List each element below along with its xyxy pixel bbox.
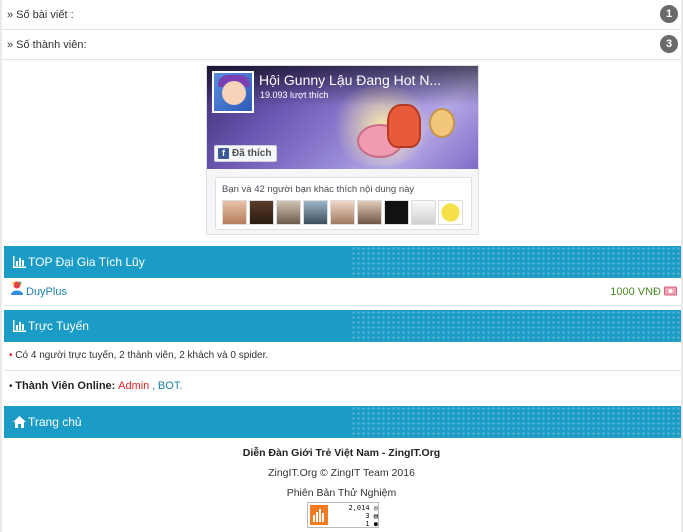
online-title: Trực Tuyến bbox=[28, 319, 89, 333]
friend-avatar[interactable] bbox=[384, 200, 409, 225]
friend-avatar[interactable] bbox=[249, 200, 274, 225]
bullet-icon: • bbox=[9, 381, 13, 392]
facebook-page-widget: Hội Gunny Lậu Đang Hot N... 19.093 lượt … bbox=[206, 65, 479, 235]
visitor-counter[interactable]: 2,014 ◎ 3 ▤ 1 ● bbox=[307, 502, 379, 528]
page: » Số bài viết : 1 » Số thành viên: 3 Hội… bbox=[2, 0, 681, 532]
counter-today: 3 bbox=[365, 512, 370, 520]
stat-posts-label: » Số bài viết : bbox=[7, 9, 74, 21]
calendar-icon: ▤ bbox=[373, 512, 378, 520]
top-rich-row: DuyPlus 1000 VNĐ bbox=[4, 277, 681, 306]
friend-avatar[interactable] bbox=[222, 200, 247, 225]
online-section-header: Trực Tuyến bbox=[4, 310, 681, 342]
footer-version: Phiên Bản Thử Nghiệm bbox=[286, 487, 397, 499]
bullet-icon: • bbox=[9, 350, 13, 361]
facebook-f-icon: f bbox=[218, 148, 229, 159]
facebook-friends-text: Bạn và 42 người bạn khác thích nội dung … bbox=[222, 184, 415, 195]
friend-avatar[interactable] bbox=[411, 200, 436, 225]
facebook-liked-label: Đã thích bbox=[232, 148, 272, 159]
online-members: • Thành Viên Online: Admin , BOT. bbox=[9, 380, 182, 392]
home-icon bbox=[13, 416, 26, 428]
online-members-row: • Thành Viên Online: Admin , BOT. bbox=[4, 371, 681, 403]
online-member-bot[interactable]: BOT. bbox=[158, 380, 182, 392]
user-icon: ● bbox=[373, 520, 378, 528]
online-members-label: Thành Viên Online: bbox=[15, 380, 116, 392]
facebook-page-avatar[interactable] bbox=[212, 71, 254, 113]
top-rich-amount: 1000 VNĐ bbox=[610, 286, 661, 298]
facebook-liked-button[interactable]: f Đã thích bbox=[214, 145, 278, 162]
stat-members-row: » Số thành viên: 3 bbox=[2, 30, 681, 60]
facebook-friends-box: Bạn và 42 người bạn khác thích nội dung … bbox=[215, 177, 472, 230]
game-character-icon bbox=[429, 108, 455, 138]
user-rank-icon bbox=[11, 281, 23, 295]
bar-chart-icon bbox=[13, 320, 26, 332]
online-summary-row: • Có 4 người trực tuyến, 2 thành viên, 2… bbox=[4, 342, 681, 371]
facebook-page-title[interactable]: Hội Gunny Lậu Đang Hot N... bbox=[259, 72, 469, 88]
online-member-admin[interactable]: Admin bbox=[118, 380, 149, 392]
friend-avatar[interactable] bbox=[303, 200, 328, 225]
bar-chart-icon bbox=[13, 256, 26, 268]
home-title[interactable]: Trang chủ bbox=[28, 415, 82, 429]
eye-icon: ◎ bbox=[373, 504, 378, 512]
footer-site-name[interactable]: Diễn Đàn Giới Trẻ Việt Nam - ZingIT.Org bbox=[2, 447, 681, 459]
counter-logo-icon bbox=[310, 505, 328, 525]
online-summary-text: Có 4 người trực tuyến, 2 thành viên, 2 k… bbox=[15, 350, 269, 361]
stat-posts-row: » Số bài viết : 1 bbox=[2, 0, 681, 30]
friend-avatar[interactable] bbox=[438, 200, 463, 225]
facebook-cover-image[interactable]: Hội Gunny Lậu Đang Hot N... 19.093 lượt … bbox=[207, 66, 478, 169]
top-rich-title: TOP Đại Gia Tích Lũy bbox=[28, 255, 145, 269]
top-rich-username[interactable]: DuyPlus bbox=[26, 286, 67, 298]
stat-posts-badge: 1 bbox=[660, 5, 678, 23]
online-separator: , bbox=[152, 380, 156, 392]
facebook-like-count: 19.093 lượt thích bbox=[260, 90, 329, 100]
stat-members-label: » Số thành viên: bbox=[7, 39, 87, 51]
counter-online: 1 bbox=[365, 520, 370, 528]
top-rich-section-header: TOP Đại Gia Tích Lũy bbox=[4, 246, 681, 278]
money-icon bbox=[664, 286, 677, 296]
home-section-header[interactable]: Trang chủ bbox=[4, 406, 681, 438]
friend-avatar[interactable] bbox=[330, 200, 355, 225]
facebook-friend-avatars bbox=[222, 200, 463, 225]
online-summary: • Có 4 người trực tuyến, 2 thành viên, 2… bbox=[9, 350, 268, 361]
counter-numbers: 2,014 ◎ 3 ▤ 1 ● bbox=[330, 504, 378, 528]
friend-avatar[interactable] bbox=[276, 200, 301, 225]
game-character-icon bbox=[387, 104, 421, 148]
stat-members-badge: 3 bbox=[660, 35, 678, 53]
friend-avatar[interactable] bbox=[357, 200, 382, 225]
counter-total: 2,014 bbox=[348, 504, 370, 512]
footer-copyright: ZingIT.Org © ZingIT Team 2016 bbox=[268, 467, 415, 479]
